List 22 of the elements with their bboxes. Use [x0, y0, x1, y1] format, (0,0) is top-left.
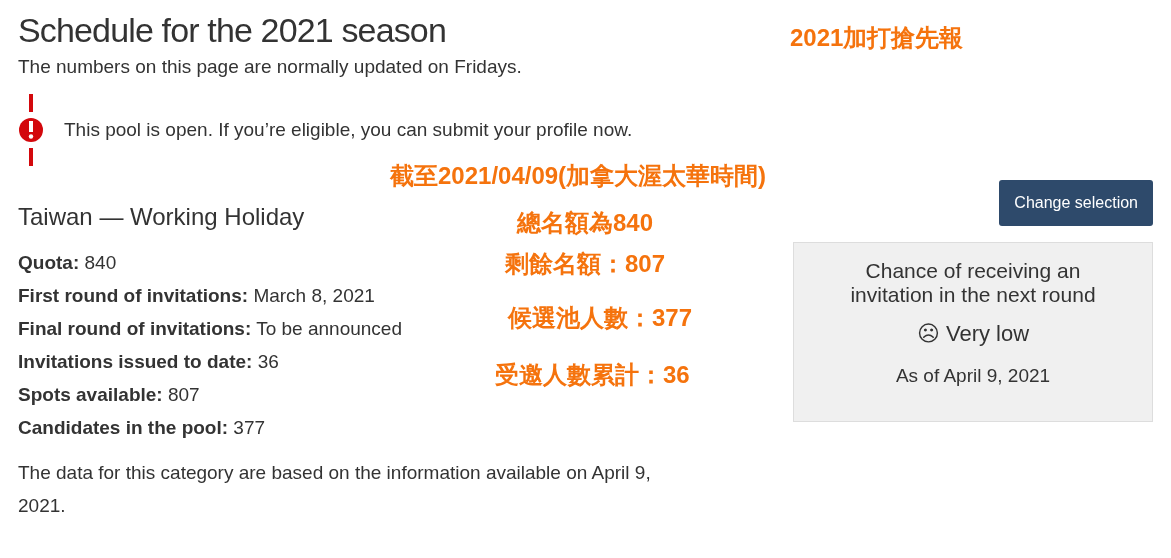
fact-line: Spots available: 807	[18, 383, 200, 407]
fact-line: Final round of invitations: To be announced	[18, 317, 402, 341]
category-title: Taiwan — Working Holiday	[18, 202, 305, 232]
annotation-text: 受邀人數累計：36	[495, 360, 690, 390]
annotation-text: 截至2021/04/09(加拿大渥太華時間)	[390, 161, 767, 191]
change-selection-button[interactable]: Change selection	[999, 180, 1153, 226]
fact-line: Invitations issued to date: 36	[18, 350, 279, 374]
annotation-text: 2021加打搶先報	[790, 23, 964, 53]
alert-icon	[18, 94, 44, 166]
annotation-text: 剩餘名額：807	[505, 249, 666, 279]
annotation-text: 總名額為840	[517, 208, 654, 238]
annotation-text: 候選池人數：377	[508, 303, 693, 333]
chance-heading: Chance of receiving an invitation in the next round	[849, 259, 1097, 307]
alert-text: This pool is open. If you’re eligible, you can submit your profile now.	[64, 117, 633, 142]
fact-line: First round of invitations: March 8, 2021	[18, 284, 375, 308]
fact-line: Candidates in the pool: 377	[18, 416, 266, 440]
data-note: The data for this category are based on the information available on April 9, 2021.	[18, 461, 652, 518]
page-title: Schedule for the 2021 season	[18, 10, 446, 50]
fact-line: Quota: 840	[18, 251, 117, 275]
update-note: The numbers on this page are normally updated on Fridays.	[18, 55, 523, 79]
chance-date: As of April 9, 2021	[895, 364, 1051, 388]
chance-rating: ☹ Very low	[916, 320, 1030, 348]
